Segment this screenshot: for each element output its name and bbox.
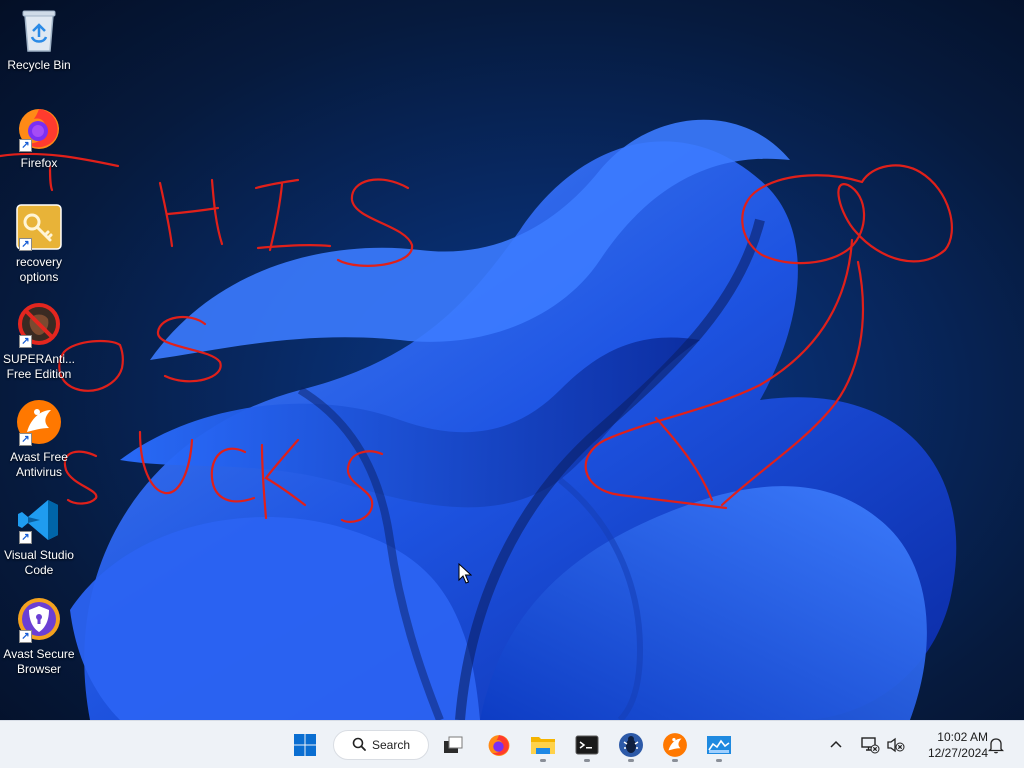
taskbar: Search 10:02 AM 12/27/2024 — [0, 720, 1024, 768]
avast-icon — [663, 733, 687, 757]
search-icon — [352, 737, 366, 754]
running-indicator — [628, 759, 634, 762]
running-indicator — [584, 759, 590, 762]
folder-icon — [531, 737, 555, 754]
shortcut-arrow-icon: ↗ — [19, 531, 32, 544]
avast-icon: ↗ — [15, 398, 63, 446]
desktop-icon-firefox[interactable]: ↗ Firefox — [0, 104, 78, 171]
desktop-icon-recovery-options[interactable]: ↗ recovery options — [0, 203, 78, 285]
mouse-pointer-icon — [458, 562, 473, 590]
desktop-icon-label: Recycle Bin — [7, 58, 71, 72]
taskbar-monitor-app[interactable] — [701, 727, 737, 763]
desktop-icon-recycle-bin[interactable]: Recycle Bin — [0, 6, 78, 73]
shortcut-arrow-icon: ↗ — [19, 238, 32, 251]
taskbar-clock[interactable]: 10:02 AM 12/27/2024 — [914, 729, 988, 761]
terminal-icon — [575, 735, 599, 755]
taskbar-file-explorer[interactable] — [525, 727, 561, 763]
taskbar-terminal[interactable] — [569, 727, 605, 763]
desktop-icon-avast-free-antivirus[interactable]: ↗ Avast Free Antivirus — [0, 398, 78, 480]
firefox-icon: ↗ — [15, 104, 63, 152]
search-label: Search — [372, 738, 411, 752]
running-indicator — [540, 759, 546, 762]
task-view-button[interactable] — [435, 727, 471, 763]
desktop-icon-label: Firefox — [20, 156, 58, 170]
taskbar-bug-app[interactable] — [613, 727, 649, 763]
shortcut-arrow-icon: ↗ — [19, 630, 32, 643]
desktop-icon-label: SUPERAnti... Free Edition — [2, 352, 76, 381]
avast-secure-browser-icon: ↗ — [15, 595, 63, 643]
windows-logo-icon — [294, 734, 316, 756]
network-disconnected-icon — [861, 737, 880, 754]
desktop-icon-avast-secure-browser[interactable]: ↗ Avast Secure Browser — [0, 595, 78, 677]
desktop-icon-label: Avast Free Antivirus — [10, 450, 68, 479]
shortcut-arrow-icon: ↗ — [19, 433, 32, 446]
recycle-bin-icon — [15, 6, 63, 54]
task-view-icon — [444, 736, 463, 753]
desktop-icon-label: Avast Secure Browser — [3, 647, 75, 676]
taskbar-avast[interactable] — [657, 727, 693, 763]
desktop-icon-label: recovery options — [15, 255, 62, 284]
bug-icon — [619, 733, 643, 757]
taskbar-search-box[interactable]: Search — [333, 730, 429, 760]
wallpaper-bloom — [70, 119, 957, 720]
key-icon: ↗ — [15, 203, 63, 251]
show-hidden-icons-button[interactable] — [828, 721, 844, 768]
firefox-icon — [488, 735, 510, 756]
taskbar-firefox[interactable] — [481, 727, 517, 763]
vscode-icon: ↗ — [15, 496, 63, 544]
network-status-button[interactable] — [860, 721, 880, 768]
speaker-muted-icon — [887, 737, 905, 753]
volume-button[interactable] — [886, 721, 906, 768]
desktop-icon-label: Visual Studio Code — [4, 548, 74, 577]
clock-date: 12/27/2024 — [927, 746, 988, 760]
shortcut-arrow-icon: ↗ — [19, 335, 32, 348]
chart-monitor-icon — [707, 736, 731, 754]
desktop-wallpaper — [0, 0, 1024, 720]
desktop-icon-superantispyware[interactable]: ↗ SUPERAnti... Free Edition — [0, 300, 78, 382]
start-button[interactable] — [287, 727, 323, 763]
running-indicator — [716, 759, 722, 762]
shortcut-arrow-icon: ↗ — [19, 139, 32, 152]
clock-time: 10:02 AM — [937, 730, 988, 744]
superantispyware-icon: ↗ — [15, 300, 63, 348]
chevron-up-icon — [830, 740, 842, 748]
notifications-button[interactable] — [988, 721, 1004, 768]
bell-icon — [988, 738, 1004, 754]
desktop-icon-visual-studio-code[interactable]: ↗ Visual Studio Code — [0, 496, 78, 578]
running-indicator — [672, 759, 678, 762]
